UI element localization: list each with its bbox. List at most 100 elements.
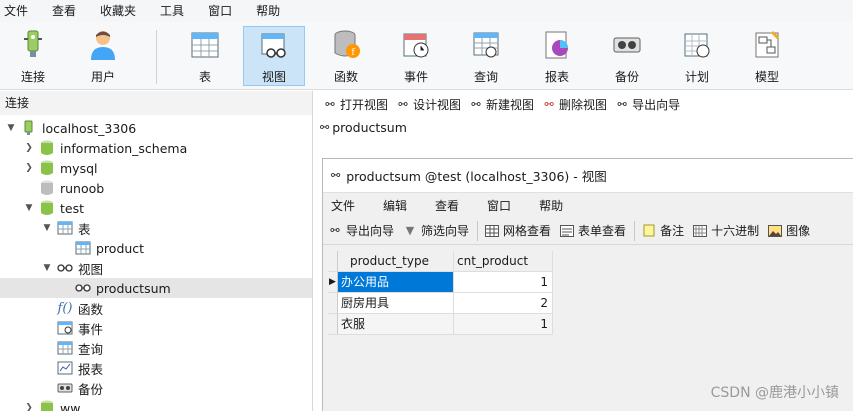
- menu-help[interactable]: 帮助: [252, 0, 294, 22]
- database-icon: [39, 200, 55, 216]
- grid-view-button[interactable]: 网格查看: [484, 222, 551, 239]
- object-item-productsum[interactable]: ⚯ productsum: [320, 120, 407, 135]
- connection-button[interactable]: 连接: [2, 26, 64, 86]
- image-icon: [767, 224, 783, 238]
- vmenu-edit[interactable]: 编辑: [375, 197, 421, 214]
- filter-wizard-button[interactable]: ▼ 筛选向导: [402, 222, 469, 239]
- user-button[interactable]: 用户: [72, 26, 134, 86]
- table-cell[interactable]: 1: [454, 314, 553, 335]
- table-cell[interactable]: 2: [454, 293, 553, 314]
- table-cell[interactable]: 厨房用具: [338, 293, 454, 314]
- menu-tools[interactable]: 工具: [156, 0, 198, 22]
- model-button[interactable]: 模型: [736, 26, 798, 86]
- export-wizard-button[interactable]: ⚯ 导出向导: [614, 96, 680, 113]
- tree-node-events[interactable]: 事件: [0, 318, 312, 338]
- tree-node-functions[interactable]: f() 函数: [0, 298, 312, 318]
- vmenu-help[interactable]: 帮助: [531, 197, 577, 214]
- open-view-button[interactable]: ⚯ 打开视图: [322, 96, 388, 113]
- tree-label: 表: [78, 221, 91, 237]
- table-row[interactable]: ▶ 办公用品 1: [328, 272, 553, 293]
- view-button[interactable]: 视图: [243, 26, 305, 86]
- model-icon: [750, 28, 784, 62]
- schedule-button[interactable]: 计划: [666, 26, 728, 86]
- table-folder-icon: [57, 220, 73, 236]
- view-folder-icon: [57, 260, 73, 276]
- table-cell[interactable]: 1: [454, 272, 553, 293]
- view-window-title: ⚯ productsum @test (localhost_3306) - 视图: [323, 159, 853, 193]
- event-icon: [399, 28, 433, 62]
- table-cell[interactable]: 办公用品: [338, 272, 454, 293]
- hex-button[interactable]: 十六进制: [692, 222, 759, 239]
- chevron-down-icon[interactable]: ▼: [23, 202, 35, 214]
- database-icon: [39, 140, 55, 156]
- event-button[interactable]: 事件: [385, 26, 447, 86]
- hex-icon: [692, 224, 708, 238]
- table-icon: [188, 28, 222, 62]
- chevron-right-icon[interactable]: ❯: [23, 402, 35, 411]
- form-view-button[interactable]: 表单查看: [559, 222, 626, 239]
- design-view-button[interactable]: ⚯ 设计视图: [395, 96, 461, 113]
- tree-node-views[interactable]: ▼ 视图: [0, 258, 312, 278]
- chevron-down-icon[interactable]: ▼: [5, 122, 17, 134]
- tree-node-backups[interactable]: 备份: [0, 378, 312, 398]
- export-wizard-button[interactable]: ⚯ 导出向导: [327, 222, 394, 239]
- query-icon: [469, 28, 503, 62]
- tree-node-ww[interactable]: ❯ ww: [0, 398, 312, 411]
- result-grid: product_type cnt_product ▶ 办公用品 1 厨房用具 2…: [328, 251, 553, 335]
- function-button[interactable]: f 函数: [315, 26, 377, 86]
- chevron-down-icon[interactable]: ▼: [41, 262, 53, 274]
- table-button[interactable]: 表: [174, 26, 236, 86]
- new-view-button[interactable]: ⚯ 新建视图: [468, 96, 534, 113]
- tree-node-queries[interactable]: 查询: [0, 338, 312, 358]
- vmenu-window[interactable]: 窗口: [479, 197, 525, 214]
- tree-node-runoob[interactable]: runoob: [0, 178, 312, 198]
- tree-label: 函数: [78, 301, 104, 317]
- tree-node-localhost[interactable]: ▼ localhost_3306: [0, 118, 312, 138]
- tree-label: localhost_3306: [42, 120, 137, 136]
- chevron-right-icon[interactable]: ❯: [23, 162, 35, 174]
- report-button[interactable]: 报表: [526, 26, 588, 86]
- tree-label: test: [60, 200, 85, 216]
- tree-node-mysql[interactable]: ❯ mysql: [0, 158, 312, 178]
- tree-label: product: [96, 240, 145, 256]
- glasses-plus-icon: ⚯: [471, 97, 481, 111]
- event-icon: [57, 320, 73, 336]
- report-icon: [57, 360, 73, 376]
- memo-button[interactable]: 备注: [641, 222, 684, 239]
- tree-node-information-schema[interactable]: ❯ information_schema: [0, 138, 312, 158]
- tree-node-productsum[interactable]: productsum: [0, 278, 312, 298]
- vmenu-view[interactable]: 查看: [427, 197, 473, 214]
- tree-label: 备份: [78, 381, 104, 397]
- tree-label: 报表: [78, 361, 104, 377]
- menu-bar: 文件 查看 收藏夹 工具 窗口 帮助: [0, 0, 853, 22]
- column-header[interactable]: product_type: [338, 251, 454, 272]
- tree-label: mysql: [60, 160, 98, 176]
- column-header[interactable]: cnt_product: [454, 251, 553, 272]
- export-icon: ⚯: [617, 97, 627, 111]
- query-button[interactable]: 查询: [455, 26, 517, 86]
- delete-view-button[interactable]: ⚯ 删除视图: [541, 96, 607, 113]
- chevron-down-icon[interactable]: ▼: [41, 222, 53, 234]
- menu-file[interactable]: 文件: [0, 0, 42, 22]
- grid-header-row: product_type cnt_product: [328, 251, 553, 272]
- backup-button[interactable]: 备份: [596, 26, 658, 86]
- tree-node-product[interactable]: product: [0, 238, 312, 258]
- table-cell[interactable]: 衣服: [338, 314, 454, 335]
- tree-node-tables[interactable]: ▼ 表: [0, 218, 312, 238]
- backup-icon: [610, 28, 644, 62]
- table-row[interactable]: 厨房用具 2: [328, 293, 553, 314]
- table-row[interactable]: 衣服 1: [328, 314, 553, 335]
- image-button[interactable]: 图像: [767, 222, 810, 239]
- view-window-menu: 文件 编辑 查看 窗口 帮助: [323, 193, 853, 217]
- function-icon: f: [329, 28, 363, 62]
- tree-node-test[interactable]: ▼ test: [0, 198, 312, 218]
- menu-window[interactable]: 窗口: [204, 0, 246, 22]
- chevron-right-icon[interactable]: ❯: [23, 142, 35, 154]
- tree-label: 事件: [78, 321, 104, 337]
- menu-favorites[interactable]: 收藏夹: [96, 0, 150, 22]
- backup-icon: [57, 380, 73, 396]
- tree-node-reports[interactable]: 报表: [0, 358, 312, 378]
- connection-panel-header: 连接: [0, 91, 313, 115]
- menu-view[interactable]: 查看: [48, 0, 90, 22]
- vmenu-file[interactable]: 文件: [323, 197, 369, 214]
